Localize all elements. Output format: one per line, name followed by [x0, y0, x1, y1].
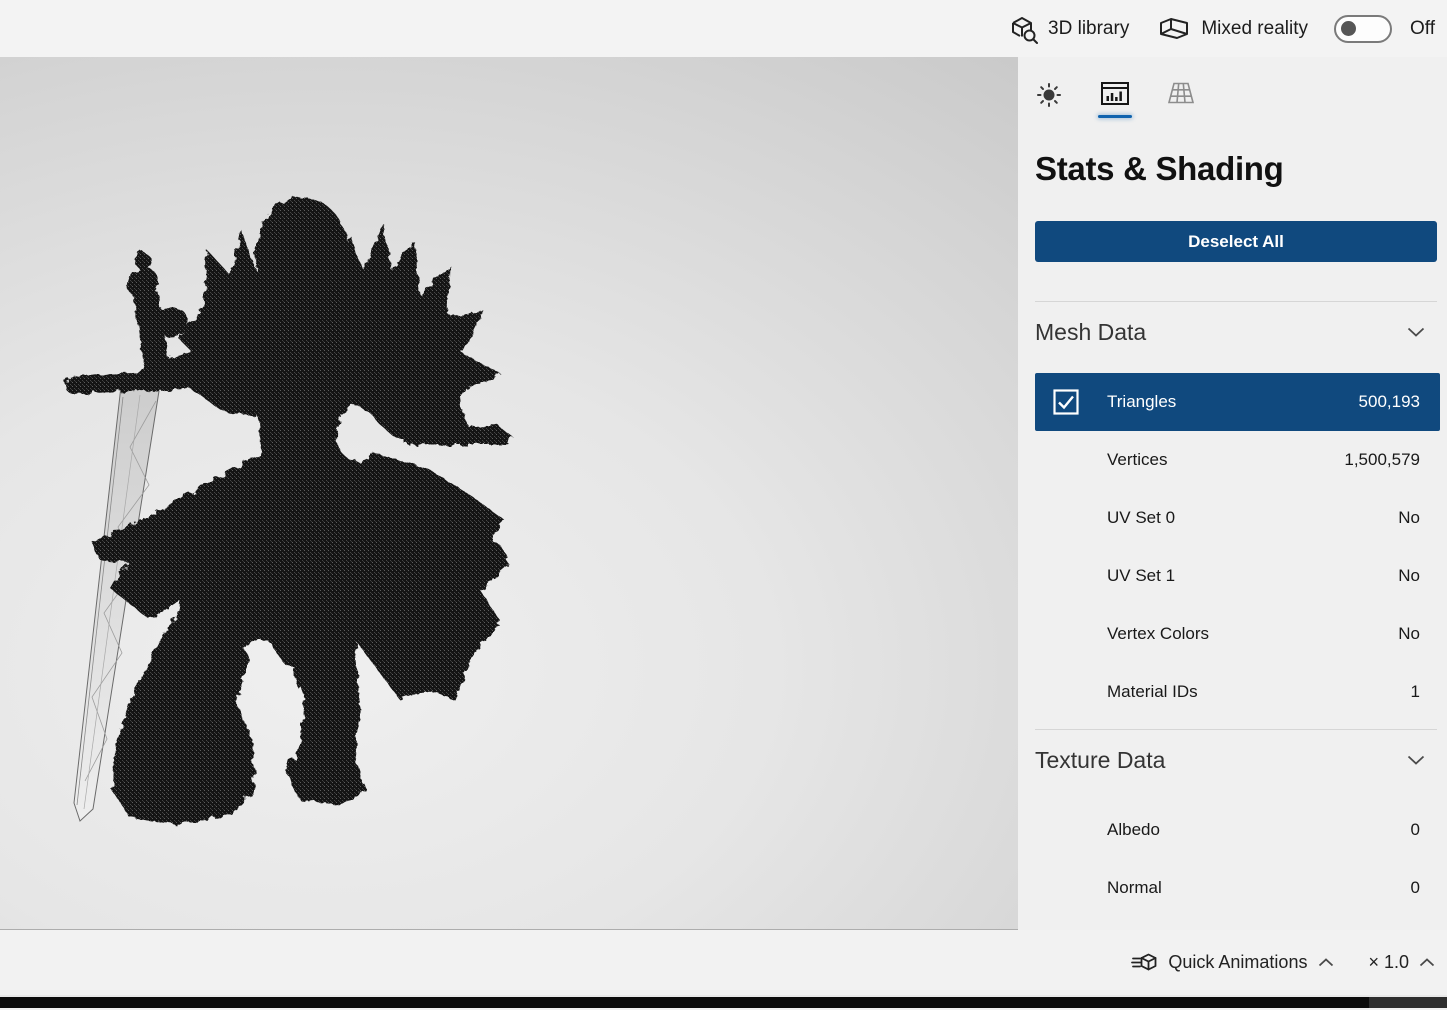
row-label: Triangles	[1107, 392, 1177, 411]
row-label: Material IDs	[1107, 682, 1198, 701]
checkbox-slot	[1053, 679, 1079, 705]
triangles-checkbox[interactable]	[1053, 389, 1079, 415]
mixed-reality-button[interactable]: Mixed reality	[1157, 15, 1308, 43]
texture-data-rows: Albedo 0 Normal 0	[1018, 801, 1447, 917]
bottom-toolbar: Quick Animations × 1.0	[0, 930, 1447, 997]
taskbar-segment	[1369, 997, 1447, 1008]
row-value: 1	[1410, 682, 1420, 701]
chevron-down-icon[interactable]	[1407, 327, 1425, 337]
tab-underline	[1032, 117, 1066, 120]
chevron-down-icon[interactable]	[1407, 755, 1425, 765]
playback-speed-value: × 1.0	[1368, 952, 1409, 972]
checkbox-slot	[1053, 621, 1079, 647]
row-label: Albedo	[1107, 820, 1160, 839]
row-label: Normal	[1107, 878, 1162, 897]
active-tab-underline	[1098, 115, 1132, 118]
mixed-reality-toggle[interactable]	[1334, 14, 1392, 43]
row-value: 500,193	[1358, 392, 1420, 411]
taskbar-edge	[0, 997, 1447, 1008]
row-value: No	[1398, 624, 1420, 643]
toggle-state-label: Off	[1410, 17, 1435, 39]
viewport-3d[interactable]	[0, 57, 1018, 930]
divider	[1035, 729, 1437, 730]
3d-library-button[interactable]: 3D library	[1008, 14, 1129, 44]
tab-grid-views[interactable]	[1166, 81, 1196, 120]
texture-row-normal[interactable]: Normal 0	[1035, 859, 1440, 917]
deselect-all-button[interactable]: Deselect All	[1035, 221, 1437, 262]
chevron-up-icon	[1419, 958, 1435, 967]
texture-data-label: Texture Data	[1035, 746, 1166, 773]
tab-environment-lighting[interactable]	[1034, 81, 1064, 120]
row-label: Vertices	[1107, 450, 1168, 469]
mesh-row-uv-set-1[interactable]: UV Set 1 No	[1035, 547, 1440, 605]
mixed-reality-icon	[1160, 17, 1189, 39]
mesh-data-section-header[interactable]: Mesh Data	[1035, 315, 1425, 349]
quick-animations-icon	[1131, 953, 1157, 971]
mesh-row-vertex-colors[interactable]: Vertex Colors No	[1035, 605, 1440, 663]
quick-animations-button[interactable]: Quick Animations	[1131, 952, 1334, 973]
row-label: Vertex Colors	[1107, 624, 1210, 643]
3d-viewer-window: 3D library Mixed reality Off Stats & Sha…	[0, 0, 1447, 1010]
quick-animations-label: Quick Animations	[1168, 952, 1308, 972]
3d-library-label: 3D library	[1048, 17, 1130, 39]
checkbox-slot	[1053, 447, 1079, 473]
sun-icon	[1037, 83, 1061, 107]
row-value: 0	[1410, 878, 1420, 897]
checkbox-slot	[1053, 563, 1079, 589]
model-wireframe-knight	[0, 57, 1018, 929]
panel-title: Stats & Shading	[1035, 150, 1284, 187]
cube-search-icon	[1012, 16, 1039, 44]
row-label: UV Set 0	[1107, 508, 1176, 527]
row-value: No	[1398, 566, 1420, 585]
grid-icon	[1167, 82, 1195, 104]
checkbox-slot	[1053, 505, 1079, 531]
row-value: No	[1398, 508, 1420, 527]
mesh-row-triangles[interactable]: Triangles 500,193	[1035, 373, 1440, 431]
stats-icon	[1101, 82, 1129, 105]
mesh-row-vertices[interactable]: Vertices 1,500,579	[1035, 431, 1440, 489]
checkbox-slot	[1053, 875, 1079, 901]
texture-row-albedo[interactable]: Albedo 0	[1035, 801, 1440, 859]
chevron-up-icon	[1319, 958, 1334, 967]
checkbox-slot	[1053, 817, 1079, 843]
mesh-row-material-ids[interactable]: Material IDs 1	[1035, 663, 1440, 721]
divider	[1035, 301, 1437, 302]
mesh-data-rows: Triangles 500,193 Vertices 1,500,579 UV …	[1018, 373, 1447, 721]
toggle-knob	[1341, 20, 1356, 36]
top-toolbar: 3D library Mixed reality Off	[0, 0, 1447, 57]
stats-shading-panel: Stats & Shading Deselect All Mesh Data T…	[1018, 57, 1447, 930]
mesh-row-uv-set-0[interactable]: UV Set 0 No	[1035, 489, 1440, 547]
row-label: UV Set 1	[1107, 566, 1176, 585]
tab-stats-shading[interactable]	[1098, 81, 1132, 120]
mixed-reality-label: Mixed reality	[1201, 17, 1308, 39]
row-value: 1,500,579	[1344, 450, 1420, 469]
tab-underline	[1164, 113, 1198, 116]
playback-speed-control[interactable]: × 1.0	[1368, 952, 1435, 973]
panel-tabs	[1018, 57, 1447, 120]
texture-data-section-header[interactable]: Texture Data	[1035, 743, 1425, 777]
mesh-data-label: Mesh Data	[1035, 318, 1147, 345]
row-value: 0	[1410, 820, 1420, 839]
